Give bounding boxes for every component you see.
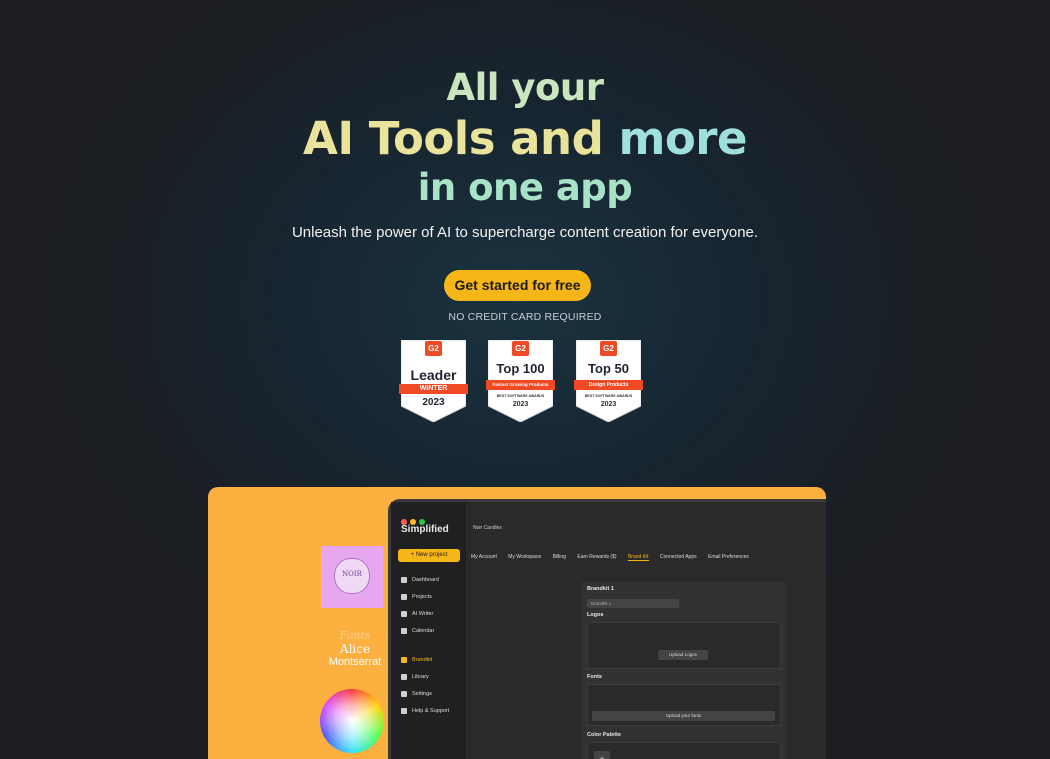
hero-subtitle: Unleash the power of AI to supercharge c… bbox=[291, 224, 759, 241]
badge-ribbon: Fastest Growing Products bbox=[486, 380, 555, 390]
font-montserrat: Montserrat bbox=[328, 656, 382, 668]
nav-brandkit[interactable]: Brandkit bbox=[401, 655, 463, 666]
nav-calendar[interactable]: Calendar bbox=[401, 626, 463, 637]
fonts-heading: Fonts bbox=[339, 629, 371, 642]
nav-label: Calendar bbox=[412, 628, 435, 634]
settings-tabs: My Account My Workspace Billing Earn Rew… bbox=[471, 554, 759, 561]
nav-label: Brandkit bbox=[412, 657, 433, 663]
badge-title: Top 100 bbox=[496, 361, 545, 376]
nav-library[interactable]: Library bbox=[401, 672, 463, 683]
brand-logo-card: NOIR bbox=[321, 546, 383, 608]
help-icon bbox=[401, 707, 407, 714]
nav-label: Library bbox=[412, 674, 429, 680]
g2-badge-top-100: G2 Top 100 Fastest Growing Products BEST… bbox=[486, 340, 555, 422]
badge-year: 2023 bbox=[422, 397, 445, 408]
workspace-selector[interactable]: Noir Candles bbox=[473, 525, 502, 531]
g2-badge-top-50: G2 Top 50 Design Products BEST SOFTWARE … bbox=[574, 340, 643, 422]
app-sidebar: Simplified + New project Dashboard Proje… bbox=[391, 502, 466, 759]
pen-icon bbox=[401, 610, 407, 617]
headline-line-3: in one app bbox=[417, 166, 633, 209]
upload-logos-button[interactable]: Upload Logos bbox=[658, 650, 708, 660]
color-wheel-icon bbox=[320, 689, 384, 753]
tab-email-preferences[interactable]: Email Preferences bbox=[708, 554, 749, 560]
logos-label: Logos bbox=[587, 612, 604, 618]
nav-settings[interactable]: Settings bbox=[401, 689, 463, 700]
g2-logo-icon: G2 bbox=[600, 341, 617, 356]
simplified-logo: Simplified bbox=[401, 524, 449, 535]
color-palette-box: + bbox=[587, 742, 781, 759]
product-preview: NOIR Fonts Alice Montserrat Simplified +… bbox=[208, 487, 826, 759]
nav-projects[interactable]: Projects bbox=[401, 592, 463, 603]
badge-title: Top 50 bbox=[588, 361, 629, 376]
upload-fonts-button[interactable]: Upload your fonts bbox=[592, 711, 775, 721]
palette-icon bbox=[401, 656, 407, 663]
calendar-icon bbox=[401, 627, 407, 634]
badge-title: Leader bbox=[410, 367, 457, 383]
brandkit-name-input[interactable]: Brandkit 1 bbox=[587, 599, 679, 608]
nav-label: Projects bbox=[412, 594, 432, 600]
headline-line-1: All your bbox=[446, 66, 604, 109]
fonts-section-label: Fonts bbox=[587, 674, 602, 680]
brandkit-panel: Brandkit 1 Brandkit 1 Logos Upload Logos… bbox=[581, 582, 786, 759]
library-icon bbox=[401, 673, 407, 680]
tab-brand-kit[interactable]: Brand Kit bbox=[627, 554, 649, 561]
tab-my-account[interactable]: My Account bbox=[471, 554, 497, 560]
badge-award-text: BEST SOFTWARE AWARDS bbox=[496, 394, 545, 398]
no-credit-card-note: NO CREDIT CARD REQUIRED bbox=[448, 311, 602, 323]
get-started-button[interactable]: Get started for free bbox=[444, 270, 591, 301]
nav-dashboard[interactable]: Dashboard bbox=[401, 575, 463, 586]
brand-card-text: NOIR bbox=[342, 570, 362, 578]
nav-ai-writer[interactable]: AI Writer bbox=[401, 609, 463, 620]
app-window: Simplified + New project Dashboard Proje… bbox=[388, 499, 826, 759]
nav-help-support[interactable]: Help & Support bbox=[401, 706, 463, 717]
nav-label: Dashboard bbox=[412, 577, 439, 583]
tab-billing[interactable]: Billing bbox=[553, 554, 566, 560]
headline-ai-tools: AI Tools and bbox=[303, 112, 604, 165]
add-color-button[interactable]: + bbox=[594, 751, 610, 759]
headline-line-2: AI Tools and more bbox=[0, 112, 1050, 166]
tab-connected-apps[interactable]: Connected Apps bbox=[660, 554, 697, 560]
grid-icon bbox=[401, 576, 407, 583]
fonts-dropzone[interactable]: Upload your fonts bbox=[587, 684, 781, 726]
badge-award-text: BEST SOFTWARE AWARDS bbox=[584, 394, 633, 398]
g2-logo-icon: G2 bbox=[425, 341, 442, 356]
font-alice: Alice bbox=[339, 642, 371, 656]
color-palette-label: Color Palette bbox=[587, 732, 621, 738]
badge-ribbon: Design Products bbox=[574, 380, 643, 390]
logos-dropzone[interactable]: Upload Logos bbox=[587, 622, 781, 669]
folder-icon bbox=[401, 593, 407, 600]
tab-my-workspace[interactable]: My Workspace bbox=[508, 554, 541, 560]
nav-label: Help & Support bbox=[412, 708, 450, 714]
nav-label: Settings bbox=[412, 691, 432, 697]
g2-logo-icon: G2 bbox=[512, 341, 529, 356]
badge-year: 2023 bbox=[512, 401, 529, 408]
badge-ribbon: WINTER bbox=[399, 384, 468, 394]
headline-more: more bbox=[618, 112, 747, 165]
gear-icon bbox=[401, 690, 407, 697]
new-project-button[interactable]: + New project bbox=[398, 549, 460, 562]
badge-year: 2023 bbox=[600, 401, 617, 408]
nav-label: AI Writer bbox=[412, 611, 434, 617]
fonts-showcase: Fonts Alice Montserrat bbox=[320, 629, 390, 668]
g2-badge-leader: G2 Leader WINTER 2023 bbox=[399, 340, 468, 422]
tab-earn-rewards[interactable]: Earn Rewards ($) bbox=[577, 554, 616, 560]
brandkit-title: Brandkit 1 bbox=[587, 586, 614, 592]
